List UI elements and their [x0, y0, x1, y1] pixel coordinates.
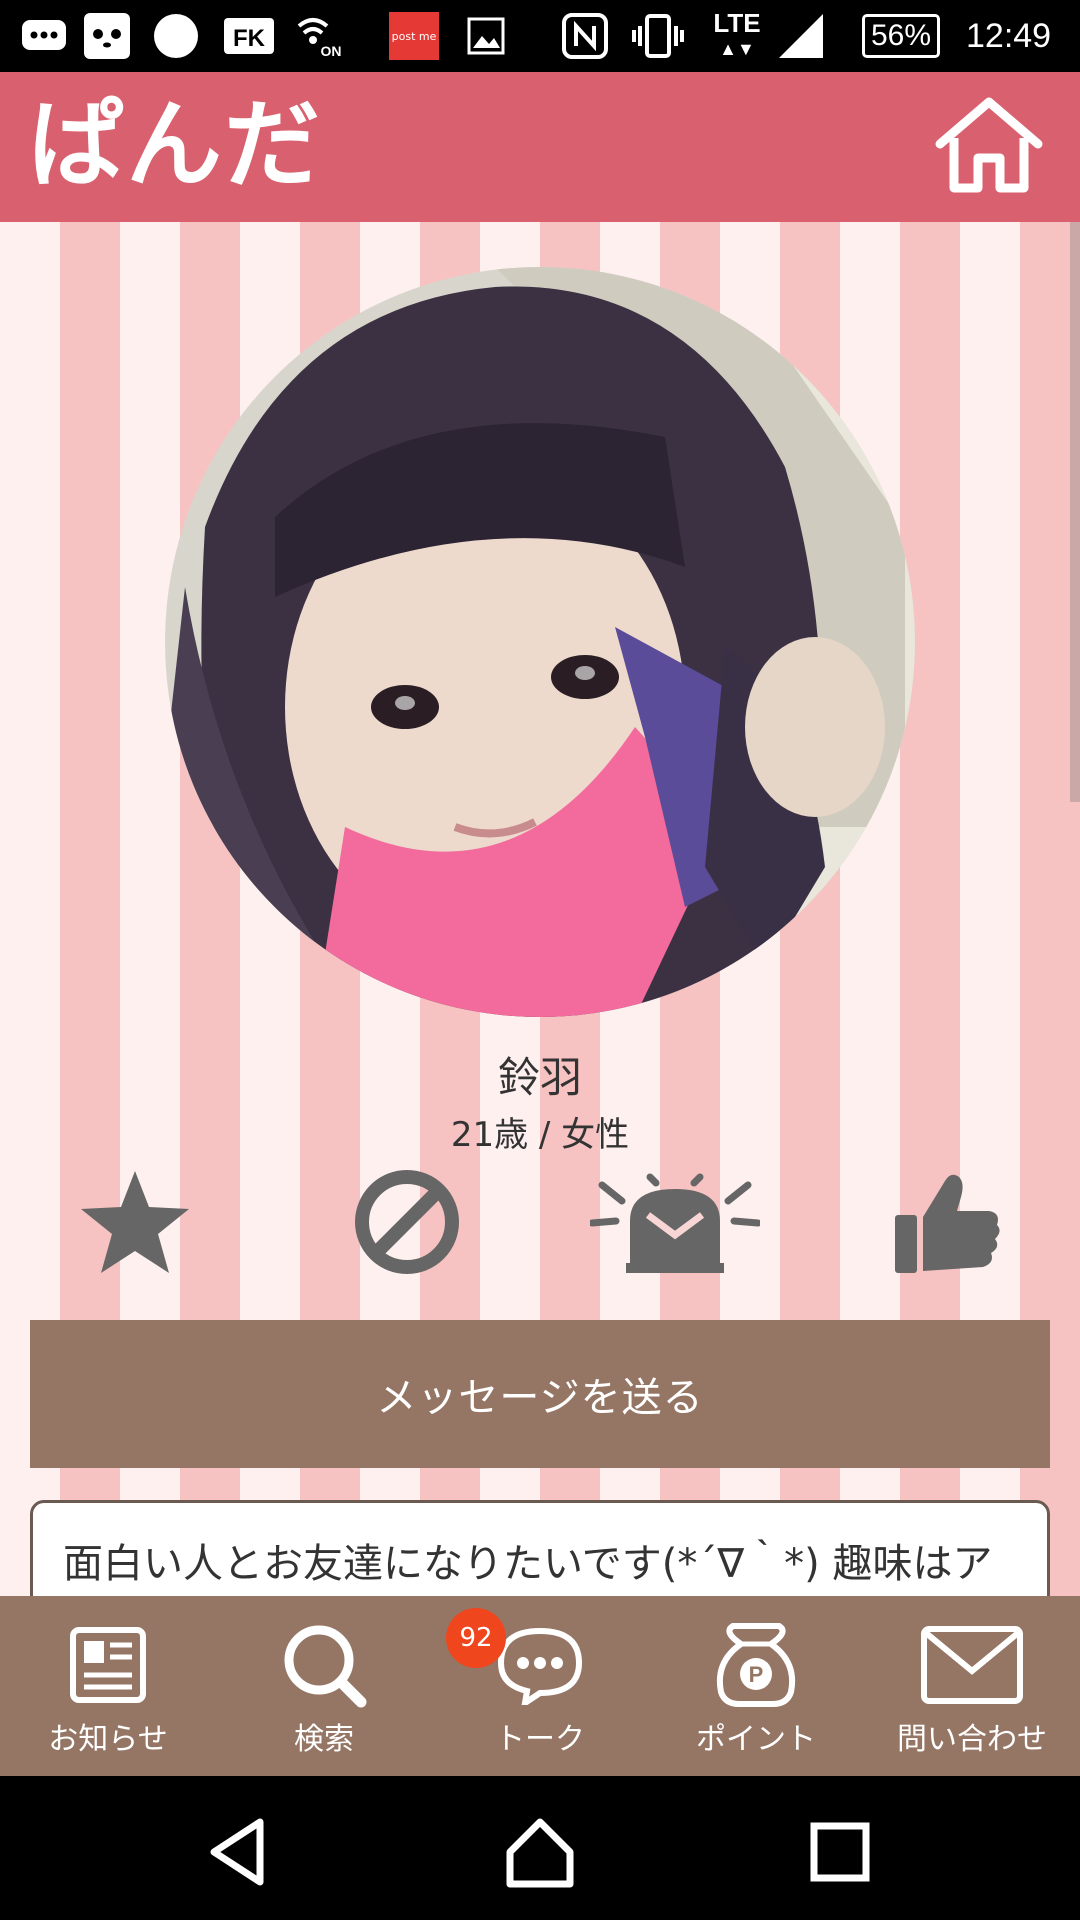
nav-search-label: 検索 — [294, 1722, 354, 1757]
nav-contact[interactable]: 問い合わせ — [864, 1596, 1080, 1776]
app-logo: ぱんだ — [28, 89, 322, 201]
block-button[interactable] — [342, 1162, 472, 1282]
recents-button[interactable] — [800, 1812, 880, 1892]
signal-icon — [776, 12, 828, 60]
home-button[interactable] — [934, 96, 1044, 196]
favorite-button[interactable] — [70, 1162, 200, 1282]
wifi-calling-icon: ON — [292, 12, 348, 60]
search-icon — [269, 1620, 379, 1710]
like-button[interactable] — [880, 1162, 1010, 1282]
profile-name: 鈴羽 — [497, 1053, 582, 1102]
nav-contact-label: 問い合わせ — [897, 1722, 1047, 1757]
send-message-button[interactable]: メッセージを送る — [30, 1320, 1050, 1468]
back-icon — [210, 1818, 264, 1886]
nav-search[interactable]: 検索 — [216, 1596, 432, 1776]
nav-point[interactable]: P ポイント — [648, 1596, 864, 1776]
point-bag-icon: P — [701, 1620, 811, 1710]
nav-news-label: お知らせ — [48, 1722, 168, 1757]
svg-text:P: P — [749, 1662, 764, 1687]
nfc-icon — [560, 12, 610, 60]
circle-icon — [152, 12, 200, 60]
vibrate-icon — [630, 12, 686, 60]
profile-age-gender: 21歳 / 女性 — [450, 1115, 630, 1155]
scrollbar[interactable] — [1070, 222, 1080, 802]
talk-unread-badge: 92 — [446, 1608, 506, 1668]
clock: 12:49 — [966, 16, 1052, 55]
profile-intro: 面白い人とお友達になりたいです(*´∇｀*) 趣味はア — [30, 1500, 1050, 1596]
bottom-nav: お知らせ 検索 トーク P ポイント 問い合わせ 92 — [0, 1596, 1080, 1776]
report-button[interactable] — [590, 1162, 760, 1282]
thumbs-up-icon — [895, 1174, 1000, 1273]
app-header: ぱんだ — [0, 72, 1080, 222]
svg-text:ON: ON — [321, 43, 342, 59]
panda-icon — [82, 12, 132, 60]
image-icon — [464, 12, 508, 60]
chat-bubble-icon — [20, 12, 68, 60]
news-icon — [53, 1620, 163, 1710]
star-icon — [81, 1171, 189, 1273]
postme-icon: post me — [388, 12, 440, 60]
battery-icon: 56% — [862, 14, 941, 58]
profile-avatar[interactable] — [165, 267, 915, 1017]
status-bar: FK ON post me LTE ▲▼ 56% 12:49 — [0, 0, 1080, 72]
fk-icon: FK — [222, 12, 276, 60]
nav-point-label: ポイント — [696, 1722, 816, 1757]
nav-news[interactable]: お知らせ — [0, 1596, 216, 1776]
home-icon — [935, 97, 1043, 193]
battery-indicator: 56% — [862, 0, 962, 72]
network-indicator: LTE ▲▼ — [713, 8, 761, 59]
block-icon — [355, 1170, 459, 1274]
recents-icon — [810, 1822, 870, 1882]
svg-text:FK: FK — [233, 25, 266, 52]
alarm-report-icon — [590, 1173, 760, 1273]
home-icon — [506, 1818, 574, 1888]
nav-talk-label: トーク — [495, 1722, 585, 1757]
system-home-button[interactable] — [500, 1812, 580, 1892]
mail-icon — [917, 1620, 1027, 1710]
system-nav-bar — [0, 1776, 1080, 1920]
profile-content[interactable]: 鈴羽 21歳 / 女性 メッセージを送る 面白い人とお友達になりたいです(*´∇… — [0, 222, 1080, 1596]
back-button[interactable] — [200, 1812, 280, 1892]
